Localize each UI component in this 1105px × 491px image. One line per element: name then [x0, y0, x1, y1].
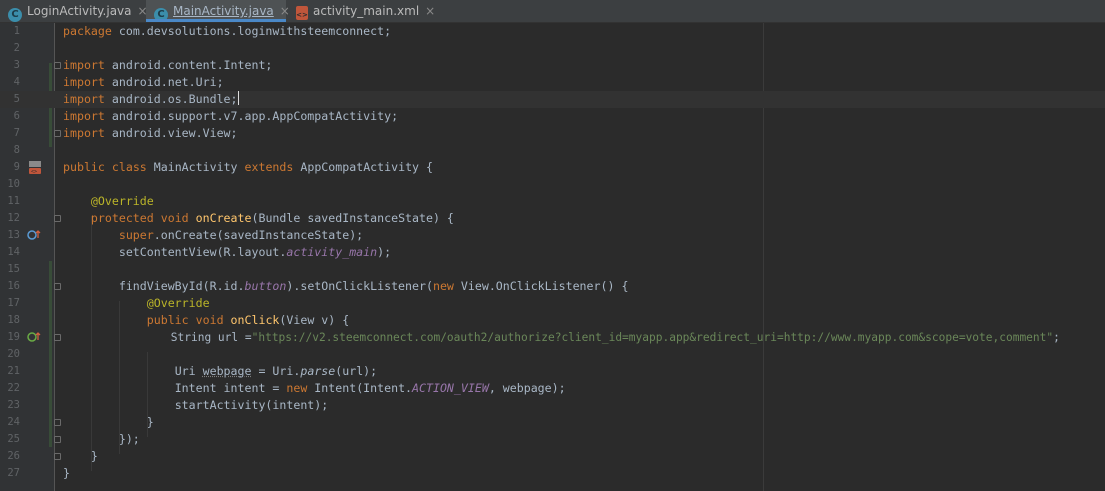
code-text: android.os.Bundle;	[104, 92, 238, 106]
code-text: (url);	[335, 364, 378, 378]
tab-login-activity[interactable]: C LoginActivity.java ×	[0, 0, 148, 22]
close-icon[interactable]: ×	[425, 4, 435, 18]
code-line[interactable]: super.onCreate(savedInstanceState);	[0, 227, 1105, 244]
code-line[interactable]: }	[0, 414, 1105, 431]
line-number: 15	[7, 263, 20, 275]
java-class-icon: C	[8, 8, 22, 22]
code-text: Intent intent =	[174, 381, 287, 395]
tab-label: LoginActivity.java	[27, 4, 132, 18]
keyword: import	[63, 126, 105, 140]
code-text: android.net.Uri;	[104, 75, 224, 89]
code-line[interactable]: import android.content.Intent;	[0, 57, 1105, 74]
code-text: startActivity(intent);	[174, 398, 329, 412]
annotation: @Override	[90, 194, 154, 208]
method-name: onCreate	[195, 211, 252, 225]
code-line[interactable]: public class MainActivity extends AppCom…	[0, 159, 1105, 176]
code-line[interactable]: Uri webpage = Uri.parse(url);	[0, 363, 1105, 380]
code-line[interactable]: public void onClick(View v) {	[0, 312, 1105, 329]
keyword: extends	[244, 160, 294, 174]
code-line[interactable]: protected void onCreate(Bundle savedInst…	[0, 210, 1105, 227]
line-number: 10	[7, 178, 20, 190]
code-text: });	[118, 432, 140, 446]
code-text: com.devsolutions.loginwithsteemconnect;	[111, 24, 392, 38]
code-text: android.view.View;	[104, 126, 238, 140]
code-line[interactable]: package com.devsolutions.loginwithsteemc…	[0, 23, 1105, 40]
keyword: void	[195, 313, 224, 327]
tab-main-activity[interactable]: C MainActivity.java ×	[146, 0, 290, 22]
tab-activity-main-xml[interactable]: <> activity_main.xml ×	[288, 0, 435, 22]
keyword: import	[63, 92, 105, 106]
code-text: String url =	[170, 331, 252, 344]
code-line[interactable]: import android.support.v7.app.AppCompatA…	[0, 108, 1105, 125]
constant-ref: ACTION_VIEW	[412, 381, 489, 395]
keyword: super	[118, 228, 154, 242]
code-line[interactable]: @Override	[0, 193, 1105, 210]
code-text: ).setOnClickListener(	[286, 279, 433, 293]
keyword: import	[63, 109, 105, 123]
keyword: import	[63, 58, 105, 72]
method-name: parse	[300, 364, 336, 378]
keyword: new	[432, 279, 454, 293]
code-line[interactable]: findViewById(R.id.button).setOnClickList…	[0, 278, 1105, 295]
code-line[interactable]: }	[0, 465, 1105, 482]
java-class-icon: C	[154, 8, 168, 22]
code-text: View.OnClickListener() {	[453, 279, 629, 293]
code-text: }	[90, 449, 98, 463]
code-text: }	[146, 415, 154, 429]
code-line[interactable]: });	[0, 431, 1105, 448]
code-text: Uri	[174, 364, 203, 378]
tab-label: MainActivity.java	[173, 4, 274, 18]
keyword: public	[146, 313, 189, 327]
keyword: protected	[90, 211, 154, 225]
field-ref: button	[244, 279, 287, 293]
code-line[interactable]: import android.net.Uri;	[0, 74, 1105, 91]
keyword: public	[63, 160, 105, 174]
method-name: onClick	[230, 313, 280, 327]
code-text: (View v) {	[279, 313, 350, 327]
line-number: 2	[13, 42, 20, 54]
code-line[interactable]: String url ="https://v2.steemconnect.com…	[0, 329, 1105, 346]
code-line[interactable]: setContentView(R.layout.activity_main);	[0, 244, 1105, 261]
editor-tab-bar: C LoginActivity.java × C MainActivity.java ×…	[0, 0, 1105, 23]
code-text: AppCompatActivity {	[293, 160, 433, 174]
line-number: 8	[13, 144, 20, 156]
keyword: class	[111, 160, 147, 174]
keyword: import	[63, 75, 105, 89]
field-ref: activity_main	[286, 245, 378, 259]
keyword: void	[160, 211, 189, 225]
variable-name: webpage	[202, 364, 252, 378]
code-text: = Uri.	[251, 364, 301, 378]
text-cursor	[237, 91, 239, 105]
code-line[interactable]: @Override	[0, 295, 1105, 312]
code-text: Intent(Intent.	[307, 381, 413, 395]
code-text: setContentView(R.layout.	[118, 245, 287, 259]
code-editor[interactable]: 1 2 3 4 5 6 7 8 9 10 11 12 13 14 15 16 1…	[0, 23, 1105, 491]
code-text: android.content.Intent;	[104, 58, 273, 72]
code-line[interactable]: startActivity(intent);	[0, 397, 1105, 414]
line-number: 20	[7, 348, 20, 360]
annotation: @Override	[146, 296, 210, 310]
code-text: android.support.v7.app.AppCompatActivity…	[104, 109, 399, 123]
code-text: ;	[1053, 331, 1060, 344]
xml-layout-icon: <>	[296, 6, 308, 20]
code-text: .onCreate(savedInstanceState);	[153, 228, 364, 242]
string-literal: "https://v2.steemconnect.com/oauth2/auth…	[251, 331, 1054, 344]
code-text: );	[377, 245, 392, 259]
keyword: package	[63, 24, 112, 38]
code-text: }	[63, 466, 70, 480]
code-text: (Bundle savedInstanceState) {	[251, 211, 454, 225]
keyword: new	[286, 381, 308, 395]
class-name: MainActivity	[153, 160, 238, 174]
code-line[interactable]: import android.view.View;	[0, 125, 1105, 142]
code-line[interactable]: }	[0, 448, 1105, 465]
code-line[interactable]: import android.os.Bundle;	[0, 91, 1105, 108]
tab-label: activity_main.xml	[313, 4, 420, 18]
code-line[interactable]: Intent intent = new Intent(Intent.ACTION…	[0, 380, 1105, 397]
code-text: findViewById(R.id.	[118, 279, 245, 293]
code-text: , webpage);	[488, 381, 566, 395]
